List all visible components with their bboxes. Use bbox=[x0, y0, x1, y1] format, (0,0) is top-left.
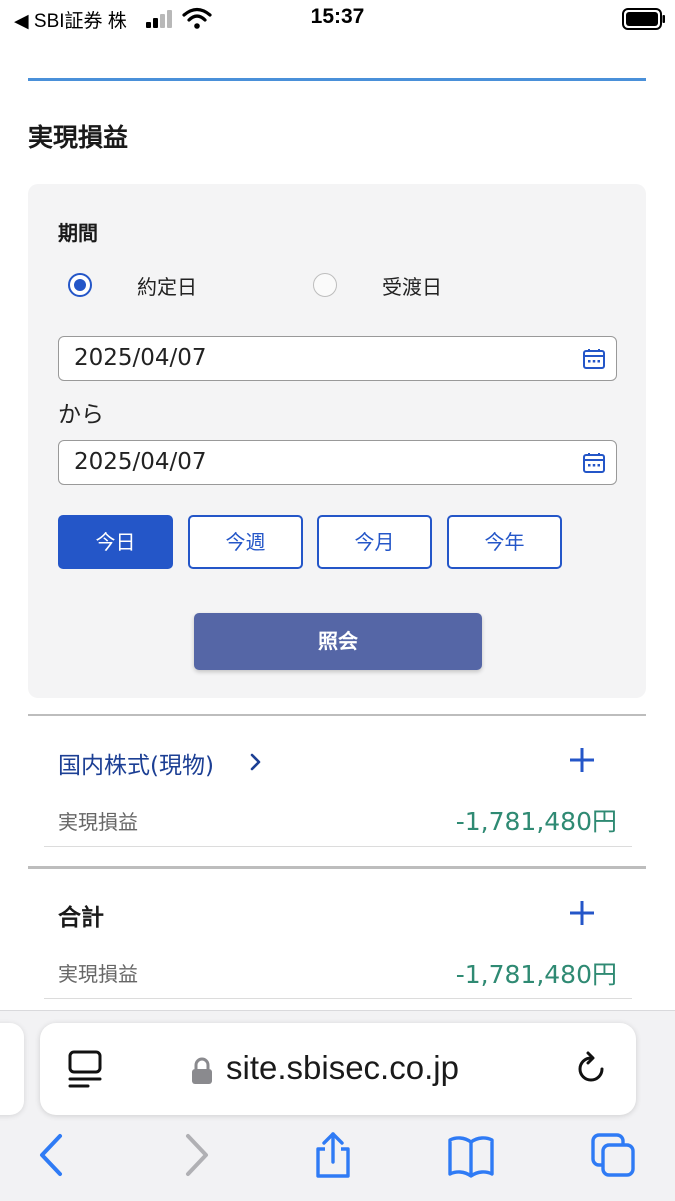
page-menu-icon[interactable] bbox=[66, 1049, 104, 1089]
url-text[interactable]: site.sbisec.co.jp bbox=[226, 1049, 459, 1087]
from-date-input[interactable] bbox=[74, 337, 554, 379]
radio-settlement-date[interactable] bbox=[313, 273, 337, 297]
tabs-icon[interactable] bbox=[590, 1132, 636, 1178]
status-time: 15:37 bbox=[310, 5, 365, 28]
this-year-button[interactable]: 今年 bbox=[447, 515, 562, 569]
section-divider bbox=[28, 866, 646, 869]
period-label: 期間 bbox=[58, 221, 98, 245]
previous-tab-peek[interactable] bbox=[0, 1023, 24, 1115]
search-button[interactable]: 照会 bbox=[194, 613, 482, 670]
expand-plus-icon[interactable] bbox=[569, 900, 595, 926]
forward-icon[interactable] bbox=[174, 1132, 220, 1178]
calendar-icon[interactable] bbox=[582, 347, 606, 371]
battery-icon bbox=[622, 8, 665, 30]
back-icon[interactable] bbox=[28, 1132, 74, 1178]
to-date-field[interactable] bbox=[58, 440, 617, 485]
section-divider bbox=[28, 714, 646, 716]
to-date-input[interactable] bbox=[74, 441, 554, 483]
total-realized-pl-label: 実現損益 bbox=[58, 962, 138, 986]
date-range-separator: から bbox=[58, 402, 104, 428]
radio-trade-date-label[interactable]: 約定日 bbox=[137, 271, 197, 300]
lock-icon bbox=[192, 1057, 212, 1084]
reload-icon[interactable] bbox=[572, 1050, 610, 1088]
from-date-field[interactable] bbox=[58, 336, 617, 381]
chevron-right-icon[interactable] bbox=[249, 752, 263, 772]
total-title: 合計 bbox=[58, 905, 104, 931]
radio-trade-date[interactable] bbox=[68, 273, 92, 297]
calendar-icon[interactable] bbox=[582, 451, 606, 475]
row-divider bbox=[44, 998, 632, 999]
this-month-button[interactable]: 今月 bbox=[317, 515, 432, 569]
page-title: 実現損益 bbox=[28, 123, 129, 152]
bookmarks-icon[interactable] bbox=[448, 1132, 494, 1178]
header-divider bbox=[28, 78, 646, 81]
expand-plus-icon[interactable] bbox=[569, 747, 595, 773]
total-realized-pl-value: -1,781,480円 bbox=[455, 960, 617, 989]
share-icon[interactable] bbox=[310, 1132, 356, 1178]
realized-pl-value: -1,781,480円 bbox=[455, 807, 617, 836]
realized-pl-label: 実現損益 bbox=[58, 810, 138, 834]
radio-settlement-date-label[interactable]: 受渡日 bbox=[382, 271, 442, 300]
domestic-stock-link[interactable]: 国内株式(現物) bbox=[58, 746, 214, 780]
this-week-button[interactable]: 今週 bbox=[188, 515, 303, 569]
row-divider bbox=[44, 846, 632, 847]
today-button[interactable]: 今日 bbox=[58, 515, 173, 569]
